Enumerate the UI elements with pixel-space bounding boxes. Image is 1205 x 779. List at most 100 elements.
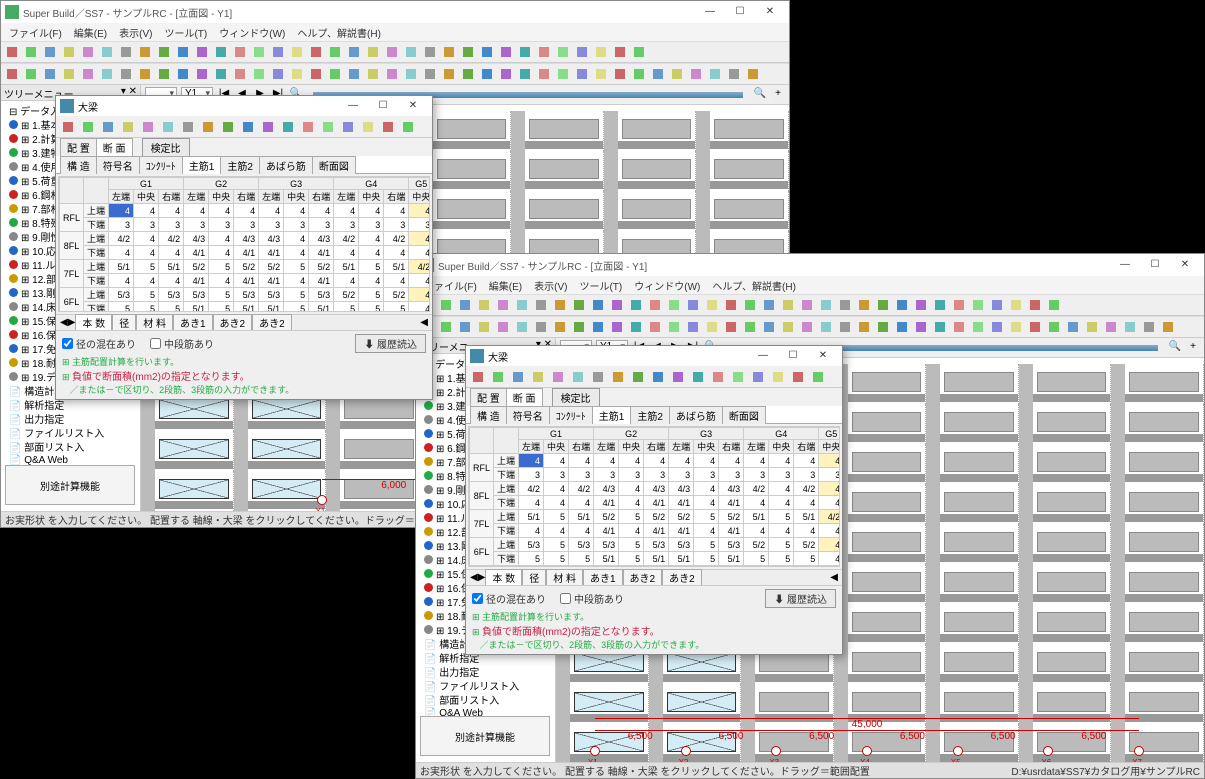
toolbar-button[interactable] (497, 65, 515, 83)
beam-element[interactable] (940, 394, 1018, 402)
slab-element[interactable] (852, 452, 922, 472)
toolbar-button[interactable] (364, 43, 382, 61)
cell[interactable]: 4 (409, 246, 430, 260)
slab-element[interactable] (714, 159, 784, 179)
cell[interactable]: 5/1 (309, 302, 334, 313)
dlg-tool-button[interactable] (119, 118, 137, 136)
toolbar-button[interactable] (589, 296, 607, 314)
cell[interactable]: 4 (334, 204, 359, 218)
dlg-tool-button[interactable] (509, 368, 527, 386)
cell[interactable]: 5/2 (744, 538, 769, 552)
cell[interactable]: 4/3 (234, 232, 259, 246)
toolbar-button[interactable] (212, 43, 230, 61)
slab-element[interactable] (622, 119, 692, 139)
toolbar-button[interactable] (402, 43, 420, 61)
dlg-grid[interactable]: G1G2G3G4G5左端中央右端左端中央右端左端中央右端左端中央右端中央RFL上… (468, 426, 840, 567)
cell[interactable]: 5 (209, 260, 234, 274)
bottom-tab[interactable]: あき2 (252, 314, 292, 331)
subtab[interactable]: ｺﾝｸﾘｰﾄ (549, 406, 593, 424)
cell[interactable]: 4 (819, 496, 840, 510)
toolbar-button[interactable] (592, 43, 610, 61)
tree-link[interactable]: 📄 部面リスト入 (3, 439, 138, 453)
beam-element[interactable] (848, 434, 926, 442)
subtab[interactable]: 構 造 (60, 156, 97, 174)
slab-element[interactable] (944, 412, 1014, 432)
toolbar-button[interactable] (1045, 296, 1063, 314)
dlg-tool-button[interactable] (79, 118, 97, 136)
beam-element[interactable] (940, 474, 1018, 482)
dlg-close-button[interactable]: ✕ (808, 347, 838, 365)
toolbar-button[interactable] (307, 43, 325, 61)
column-element[interactable] (604, 151, 618, 191)
subtab[interactable]: 構 造 (470, 406, 507, 424)
column-element[interactable] (926, 564, 940, 604)
toolbar-button[interactable] (1083, 318, 1101, 336)
toolbar-button[interactable] (456, 318, 474, 336)
cell[interactable]: 4/2 (819, 510, 840, 524)
toolbar-button[interactable] (136, 43, 154, 61)
cell[interactable]: 3 (109, 218, 134, 232)
cell[interactable]: 5/1 (794, 510, 819, 524)
tab[interactable]: 断 面 (506, 388, 543, 406)
cell[interactable]: 4/1 (309, 246, 334, 260)
cell[interactable]: 4 (794, 496, 819, 510)
menu-item[interactable]: ツール(T) (575, 277, 626, 294)
toolbar-button[interactable] (665, 318, 683, 336)
dlg-tool-button[interactable] (549, 368, 567, 386)
history-button[interactable]: ⬇ 履歴読込 (765, 589, 836, 608)
toolbar-button[interactable] (630, 65, 648, 83)
toolbar-button[interactable] (592, 65, 610, 83)
cell[interactable]: 4 (359, 232, 384, 246)
toolbar-button[interactable] (250, 43, 268, 61)
slab-element[interactable] (852, 372, 922, 392)
column-element[interactable] (1019, 564, 1033, 604)
cell[interactable]: 3 (519, 468, 544, 482)
dlg-tool-button[interactable] (199, 118, 217, 136)
cell[interactable]: 5/2 (259, 260, 284, 274)
cell[interactable]: 5 (769, 538, 794, 552)
cell[interactable]: 4 (819, 482, 840, 496)
slab-element[interactable] (1129, 572, 1199, 592)
maximize-button[interactable]: ☐ (1140, 256, 1170, 274)
cell[interactable]: 5/2 (719, 510, 744, 524)
beam-element[interactable] (848, 594, 926, 602)
column-element[interactable] (1019, 604, 1033, 644)
toolbar-button[interactable] (193, 65, 211, 83)
toolbar-button[interactable] (589, 318, 607, 336)
cell[interactable]: 4 (159, 274, 184, 288)
subtab[interactable]: 符号名 (96, 156, 140, 174)
beam-element[interactable] (1033, 474, 1111, 482)
toolbar-button[interactable] (627, 318, 645, 336)
slab-element[interactable] (1037, 412, 1107, 432)
toolbar-button[interactable] (136, 65, 154, 83)
toolbar-button[interactable] (684, 296, 702, 314)
slab-element[interactable] (1037, 612, 1107, 632)
column-element[interactable] (926, 644, 940, 684)
column-element[interactable] (1111, 524, 1125, 564)
cell[interactable]: 5/2 (669, 510, 694, 524)
toolbar-button[interactable] (931, 296, 949, 314)
cell[interactable]: 5/1 (744, 510, 769, 524)
cell[interactable]: 4 (109, 274, 134, 288)
cell[interactable]: 4 (109, 204, 134, 218)
cell[interactable]: 4 (384, 274, 409, 288)
cell[interactable]: 4/3 (259, 232, 284, 246)
toolbar-button[interactable] (345, 65, 363, 83)
cell[interactable]: 4 (694, 482, 719, 496)
menu-item[interactable]: 編集(E) (70, 24, 111, 41)
column-element[interactable] (1019, 524, 1033, 564)
cell[interactable]: 4 (284, 232, 309, 246)
dlg-tool-button[interactable] (489, 368, 507, 386)
toolbar-button[interactable] (437, 296, 455, 314)
beam-element[interactable] (1033, 514, 1111, 522)
cell[interactable]: 5/1 (334, 260, 359, 274)
cell[interactable]: 5/1 (669, 552, 694, 566)
toolbar-button[interactable] (155, 65, 173, 83)
toolbar-button[interactable] (744, 65, 762, 83)
toolbar-button[interactable] (611, 43, 629, 61)
cell[interactable]: 6 (619, 566, 644, 568)
cell[interactable]: 5/3 (719, 538, 744, 552)
cell[interactable]: 4 (259, 204, 284, 218)
wall-x-element[interactable] (667, 692, 737, 712)
column-element[interactable] (556, 684, 570, 724)
